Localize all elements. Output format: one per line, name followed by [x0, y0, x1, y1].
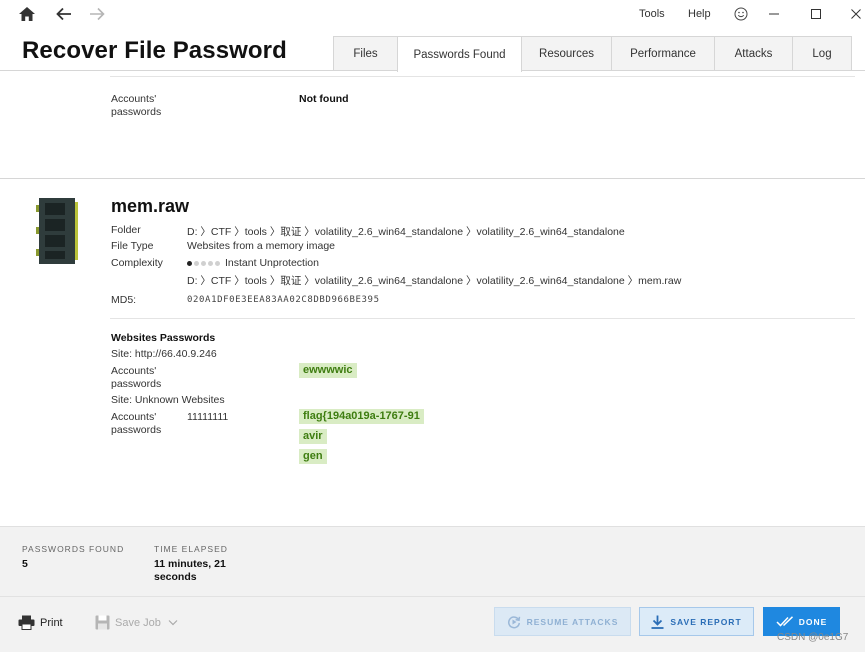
file-type-label: File Type: [111, 240, 154, 252]
md5-label: MD5:: [111, 294, 137, 306]
save-job-button[interactable]: Save Job: [95, 615, 178, 630]
menu-help[interactable]: Help: [688, 8, 711, 20]
complexity-text: Instant Unprotection: [225, 257, 319, 269]
chevron-down-icon[interactable]: [168, 619, 178, 626]
save-report-button[interactable]: SAVE REPORT: [639, 607, 754, 636]
download-icon: [651, 615, 664, 629]
close-icon[interactable]: [843, 3, 865, 25]
page-title: Recover File Password: [22, 37, 287, 64]
accounts-value: Not found: [299, 93, 349, 105]
back-arrow-icon[interactable]: [53, 4, 75, 24]
folder-path: D: 〉CTF 〉tools 〉取证 〉volatility_2.6_win64…: [187, 226, 625, 238]
stats-bar: PASSWORDS FOUND 5 TIME ELAPSED 11 minute…: [0, 526, 865, 596]
save-report-label: SAVE REPORT: [670, 616, 742, 627]
printer-icon: [18, 615, 35, 630]
watermark: CSDN @0e1G7: [777, 632, 849, 643]
websites-heading: Websites Passwords: [111, 332, 216, 344]
entry-divider: [0, 178, 865, 179]
password-value[interactable]: avir: [299, 429, 327, 444]
complexity-label: Complexity: [111, 257, 163, 269]
passwords-found-count: 5: [22, 558, 28, 570]
password-value[interactable]: ewwwwic: [299, 363, 357, 378]
passwords-found-label: PASSWORDS FOUND: [22, 544, 125, 554]
save-job-label: Save Job: [115, 616, 161, 629]
app-window: Tools Help Recover File Password Files P…: [0, 0, 865, 652]
save-icon: [95, 615, 110, 630]
divider: [110, 318, 855, 319]
tab-bar: Files Passwords Found Resources Performa…: [333, 36, 852, 72]
md5-value: 020A1DF0E3EEA83AA02C8DBD966BE395: [187, 295, 380, 305]
tab-passwords-found[interactable]: Passwords Found: [397, 36, 522, 72]
double-check-icon: [776, 616, 793, 627]
menu-tools[interactable]: Tools: [639, 8, 665, 20]
done-label: DONE: [798, 616, 828, 627]
passwords-found-panel[interactable]: Accounts' passwords Not found mem.raw Fo…: [0, 71, 865, 526]
tab-log[interactable]: Log: [792, 36, 852, 71]
print-label: Print: [40, 616, 63, 629]
tab-attacks[interactable]: Attacks: [714, 36, 793, 71]
memory-chip-icon: [36, 197, 78, 270]
title-bar: Tools Help: [0, 0, 865, 30]
resume-attacks-button[interactable]: RESUME ATTACKS: [494, 607, 631, 636]
complexity-value: Instant Unprotection: [187, 257, 319, 269]
resume-attacks-label: RESUME ATTACKS: [526, 616, 619, 627]
account-name: 11111111: [187, 411, 229, 423]
tab-resources[interactable]: Resources: [521, 36, 612, 71]
accounts-label: Accounts' passwords: [111, 93, 162, 118]
home-icon[interactable]: [16, 4, 38, 24]
site-url: Site: Unknown Websites: [111, 394, 225, 406]
folder-label: Folder: [111, 224, 141, 236]
site-url: Site: http://66.40.9.246: [111, 348, 217, 360]
minimize-icon[interactable]: [761, 3, 787, 25]
file-name: mem.raw: [111, 196, 190, 216]
bottom-toolbar: Print Save Job RESUME ATTACKS SAVE REPOR…: [0, 596, 865, 652]
file-path: D: 〉CTF 〉tools 〉取证 〉volatility_2.6_win64…: [187, 275, 682, 287]
smiley-icon[interactable]: [728, 3, 754, 25]
resume-icon: [507, 615, 520, 628]
tab-files[interactable]: Files: [333, 36, 398, 71]
password-value[interactable]: flag{194a019a-1767-91: [299, 409, 424, 424]
print-button[interactable]: Print: [18, 615, 63, 630]
time-elapsed-value: 11 minutes, 21 seconds: [154, 558, 226, 583]
divider: [110, 76, 855, 77]
maximize-icon[interactable]: [803, 3, 829, 25]
tab-performance[interactable]: Performance: [611, 36, 715, 71]
forward-arrow-icon[interactable]: [86, 4, 108, 24]
complexity-meter: [187, 260, 220, 266]
accounts-label: Accounts' passwords: [111, 365, 162, 390]
file-type-value: Websites from a memory image: [187, 240, 336, 252]
accounts-label: Accounts' passwords: [111, 411, 162, 436]
password-value[interactable]: gen: [299, 449, 327, 464]
time-elapsed-label: TIME ELAPSED: [154, 544, 228, 554]
